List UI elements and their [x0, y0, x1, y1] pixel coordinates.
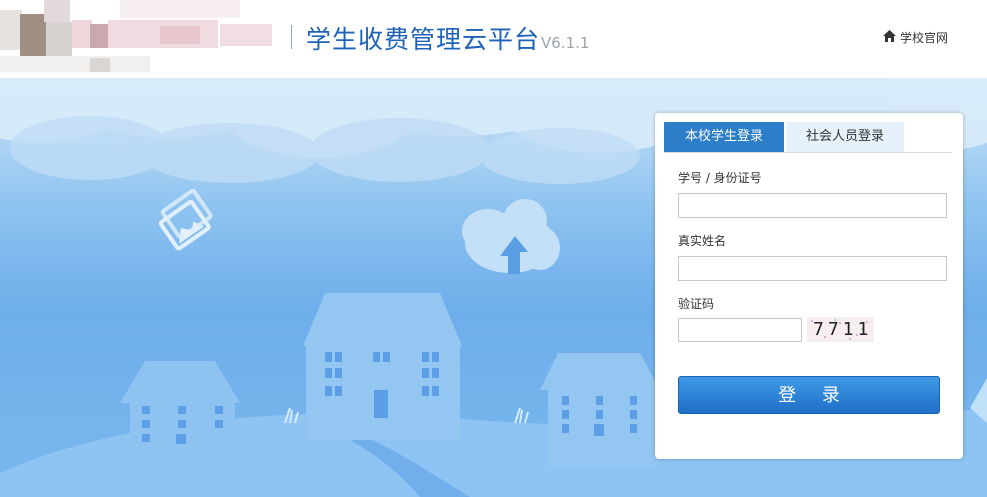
- login-button[interactable]: 登 录: [678, 376, 940, 414]
- header-divider: [291, 25, 292, 49]
- home-icon: [882, 28, 897, 47]
- school-website-link[interactable]: 学校官网: [882, 28, 948, 47]
- captcha-image[interactable]: 7711: [807, 317, 874, 342]
- captcha-text: 7711: [813, 319, 873, 340]
- photo-icon: [158, 188, 213, 251]
- captcha-label: 验证码: [678, 297, 715, 311]
- real-name-label: 真实姓名: [678, 234, 727, 248]
- tab-social-person[interactable]: 社会人员登录: [786, 122, 904, 152]
- captcha-input[interactable]: [678, 318, 802, 342]
- logo-image-blurred: [0, 0, 272, 75]
- tab-school-student[interactable]: 本校学生登录: [664, 122, 784, 152]
- app-title: 学生收费管理云平台: [306, 25, 541, 54]
- login-panel: 本校学生登录 社会人员登录 学号 / 身份证号 真实姓名 验证码 7711 登 …: [655, 113, 963, 459]
- student-id-input[interactable]: [678, 193, 947, 218]
- student-id-label: 学号 / 身份证号: [678, 171, 762, 185]
- real-name-input[interactable]: [678, 256, 947, 281]
- login-tabs: 本校学生登录 社会人员登录: [664, 122, 952, 153]
- cloud-upload-icon: [462, 199, 560, 274]
- school-website-label: 学校官网: [900, 31, 949, 45]
- app-version: V6.1.1: [541, 34, 590, 52]
- header: 学生收费管理云平台 V6.1.1 学校官网: [0, 0, 987, 78]
